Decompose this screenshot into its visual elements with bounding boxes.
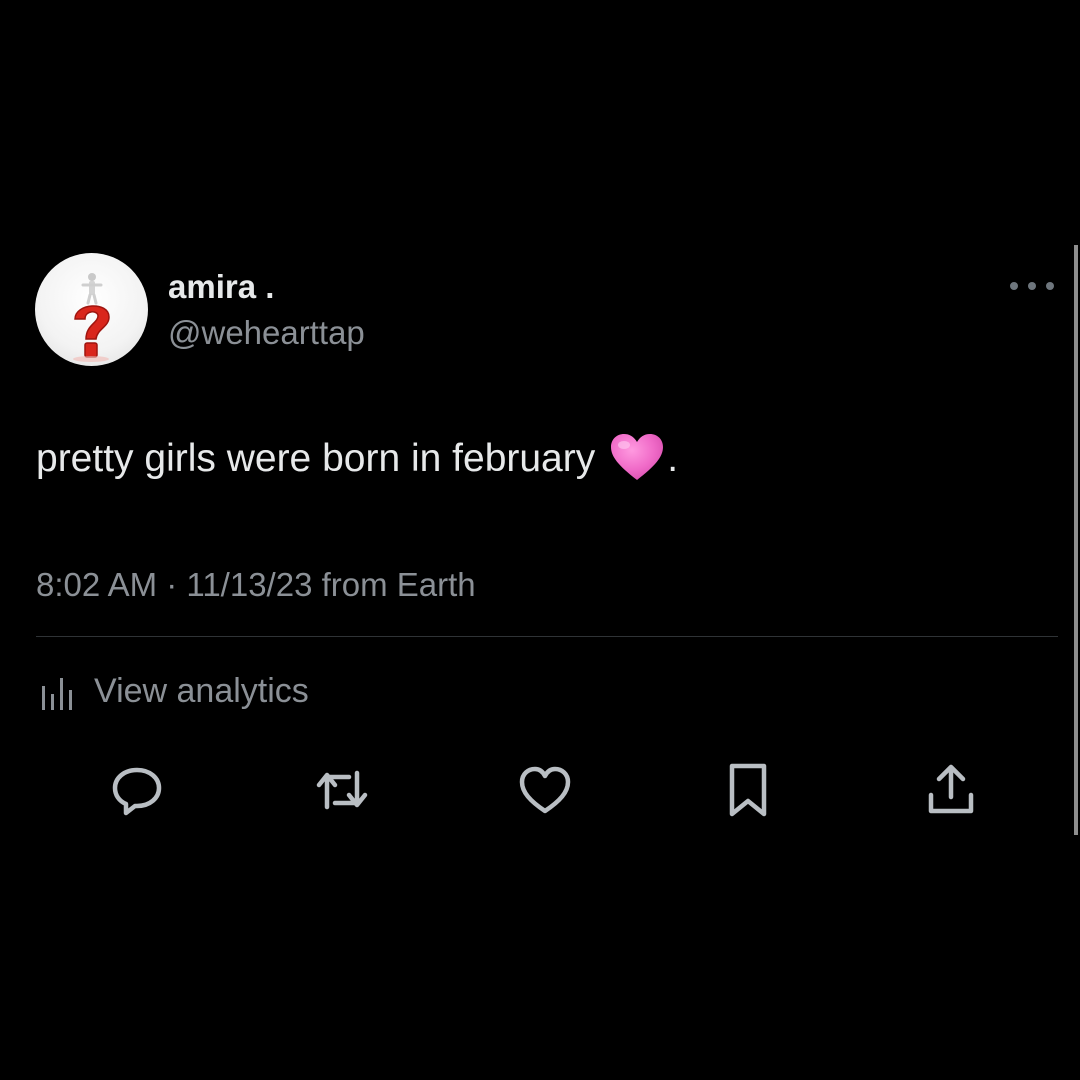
- reply-button[interactable]: [105, 760, 169, 820]
- tweet-text-period: .: [667, 437, 679, 480]
- user-handle[interactable]: @wehearttap: [168, 314, 365, 352]
- bar-chart-icon: [42, 678, 72, 710]
- view-analytics-label: View analytics: [94, 671, 309, 710]
- window-edge: [1074, 245, 1078, 835]
- tweet-text: pretty girls were born in february .: [36, 434, 678, 484]
- question-mark-figure-icon: [73, 273, 110, 362]
- like-icon: [519, 766, 571, 814]
- divider: [36, 636, 1058, 637]
- dot: [1028, 282, 1036, 290]
- tweet-meta: 8:02 AM · 11/13/23 from Earth: [36, 566, 476, 604]
- tweet-date[interactable]: 11/13/23: [186, 566, 312, 603]
- view-analytics-button[interactable]: View analytics: [40, 670, 309, 712]
- bookmark-button[interactable]: [716, 760, 780, 820]
- display-name[interactable]: amira .: [168, 268, 274, 306]
- tweet-body: pretty girls were born in february: [36, 437, 596, 480]
- tweet-source: from Earth: [321, 566, 476, 603]
- retweet-button[interactable]: [310, 760, 374, 820]
- share-button[interactable]: [919, 760, 983, 820]
- avatar[interactable]: [35, 253, 148, 366]
- like-button[interactable]: [513, 760, 577, 820]
- pink-heart-emoji-icon: [611, 434, 664, 480]
- tweet-time[interactable]: 8:02 AM: [36, 566, 157, 603]
- dot: [1010, 282, 1018, 290]
- meta-separator: ·: [166, 566, 178, 603]
- retweet-icon: [316, 770, 368, 810]
- bookmark-icon: [729, 763, 767, 817]
- share-icon: [928, 764, 974, 814]
- tweet-actions-bar: [0, 760, 1074, 820]
- more-options-icon[interactable]: [1010, 274, 1054, 298]
- reply-icon: [112, 767, 162, 816]
- tweet-card: amira . @wehearttap pretty girls were bo…: [0, 0, 1074, 1080]
- dot: [1046, 282, 1054, 290]
